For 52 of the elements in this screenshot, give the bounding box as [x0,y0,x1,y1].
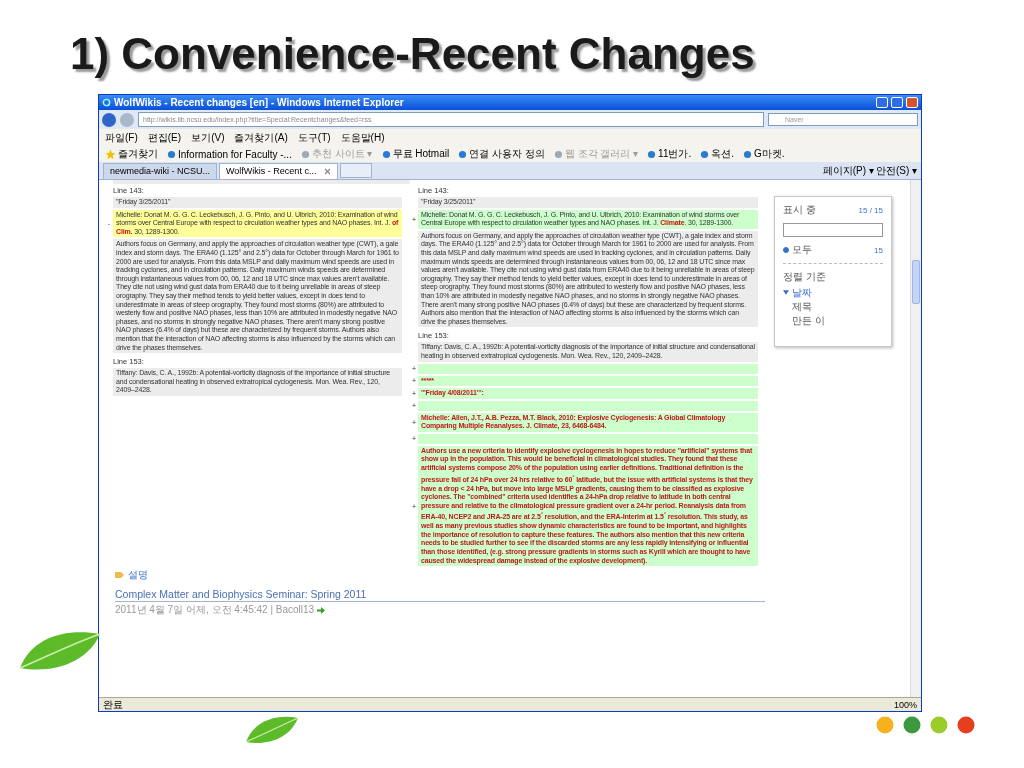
page-icon [167,149,176,159]
page-icon [553,149,563,159]
favorites-link[interactable]: Information for Faculty -... [167,148,292,160]
description-link[interactable]: 설명 [128,568,148,583]
sort-option[interactable]: 날짜 [792,287,812,298]
favorites-link[interactable]: 11번가. [647,147,692,161]
panel-label: 표시 중 [783,203,816,217]
window-title: WolfWikis - Recent changes [en] - Windows Internet Explorer [114,97,405,108]
sort-option[interactable]: 만든 이 [792,315,825,326]
browser-tab[interactable]: WolfWikis - Recent c... [219,162,339,179]
command-menu[interactable]: 페이지(P) ▾ [822,163,874,178]
page-icon [300,149,310,159]
new-tab-button[interactable] [340,163,373,178]
scrollbar[interactable] [910,180,921,697]
favorites-link[interactable]: G마켓. [743,147,785,161]
menu-item[interactable]: 파일(F) [105,130,138,145]
maximize-button[interactable] [891,97,903,108]
favorites-link[interactable]: 연결 사용자 정의 [458,147,545,161]
favorites-link[interactable]: 무료 Hotmail [381,147,450,161]
status-text: 완료 [103,697,123,712]
sort-heading: 정렬 기준 [783,263,883,284]
menu-item[interactable]: 도구(T) [297,130,331,145]
leaf-drawing [244,714,300,746]
arrow-icon [317,606,326,614]
back-button[interactable] [102,112,116,127]
entry-title-link[interactable]: Complex Matter and Biophysics Seminar: Spring 2011 [115,582,765,603]
page-icon [458,149,468,159]
menu-item[interactable]: 보기(V) [191,130,225,145]
filter-option[interactable]: 모두 [792,243,812,257]
sort-option[interactable]: 제목 [792,301,812,312]
menu-item[interactable]: 도움말(H) [340,130,385,145]
menu-item[interactable]: 편집(E) [147,130,182,145]
command-menu[interactable]: 안전(S) ▾ [875,163,917,178]
browser-tab[interactable]: newmedia-wiki - NCSU... [103,162,218,179]
close-icon[interactable] [324,167,332,175]
entry-meta: 2011년 4월 7일 어제, 오전 4:45:42 | Bacoll13 [115,603,315,618]
menu-item[interactable]: 즐겨찾기(A) [234,130,288,145]
page-icon [647,149,657,159]
minimize-button[interactable] [876,97,888,108]
close-button[interactable] [906,97,918,108]
filter-field[interactable] [783,223,883,237]
item-count: 15 / 15 [858,205,883,215]
tag-icon [115,571,124,580]
favorites-link[interactable]: 옥션. [700,147,735,161]
zoom-level[interactable]: 100% [893,699,917,710]
page-icon [743,149,753,159]
favorites-button[interactable]: 즐겨찾기 [105,147,158,161]
star-icon [105,148,116,160]
page-icon [381,149,391,159]
slide-title: 1) Convenience-Recent Changes [70,28,755,80]
filter-count: 15 [874,245,883,255]
page-icon [700,149,710,159]
